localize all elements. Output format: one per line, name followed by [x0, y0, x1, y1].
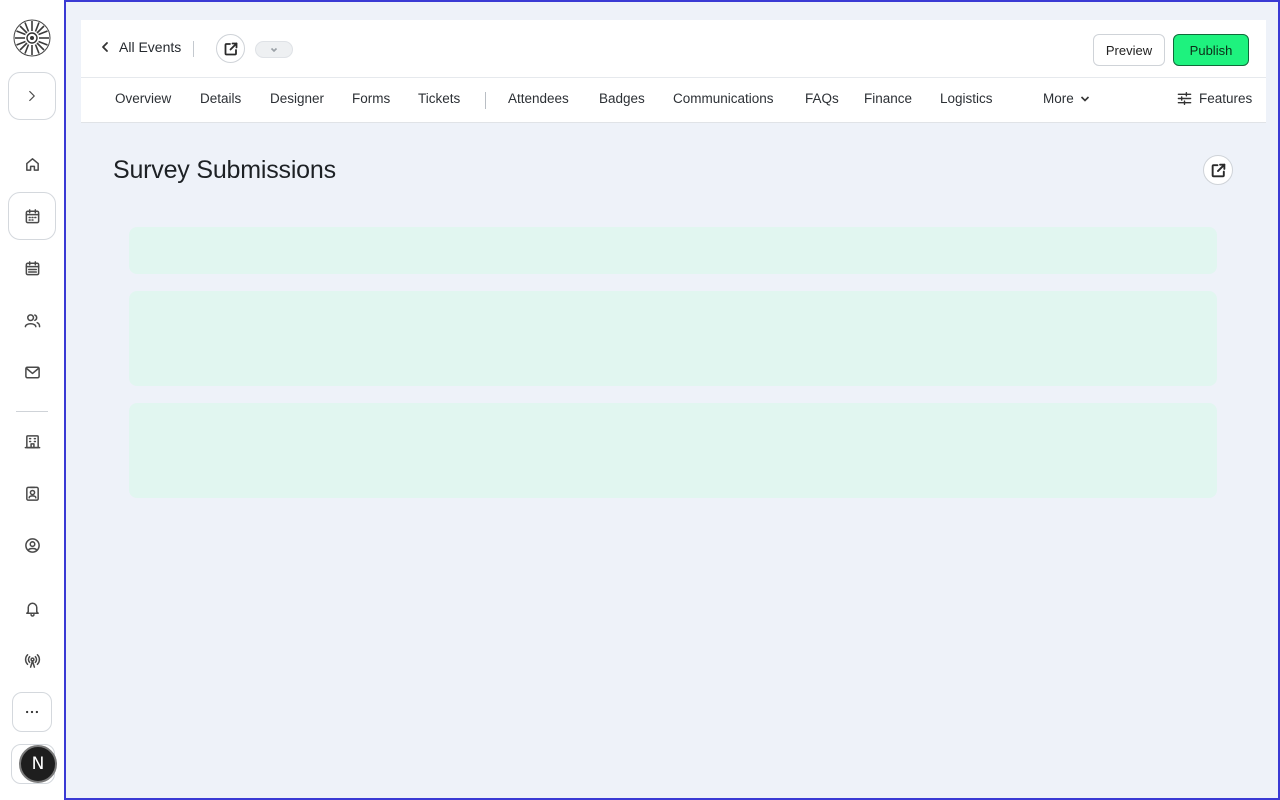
id-badge-icon: [25, 486, 39, 501]
user-circle-icon: [24, 537, 40, 553]
tab-finance[interactable]: Finance: [864, 91, 912, 106]
features-label: Features: [1199, 91, 1253, 106]
more-label: More: [1043, 91, 1074, 106]
sidebar-item-home[interactable]: [8, 140, 56, 188]
sidebar-item-badges[interactable]: [8, 469, 56, 517]
chevron-down-icon: [270, 47, 278, 52]
calendar-list-icon: [25, 260, 39, 275]
chevron-down-icon: [1080, 95, 1089, 102]
home-icon: [25, 157, 39, 171]
sidebar-item-venues[interactable]: [8, 417, 56, 465]
more-options-button[interactable]: [12, 692, 52, 732]
building-icon: [24, 434, 40, 448]
event-tabs: Overview Details Designer Forms Tickets …: [81, 77, 1266, 123]
sidebar-item-mail[interactable]: [8, 348, 56, 396]
tab-faqs[interactable]: FAQs: [805, 91, 839, 106]
publish-button[interactable]: Publish: [1173, 34, 1249, 66]
page-title: Survey Submissions: [113, 156, 336, 184]
user-menu[interactable]: N: [11, 744, 57, 784]
back-label: All Events: [119, 39, 182, 55]
expand-sidebar-button[interactable]: [8, 72, 56, 120]
tab-details[interactable]: Details: [200, 91, 241, 106]
loading-skeleton-row: [129, 291, 1217, 386]
sliders-icon: [1177, 91, 1192, 106]
chevron-right-icon: [29, 90, 35, 102]
loading-skeleton-header: [129, 227, 1217, 274]
sidebar-item-broadcast[interactable]: [8, 636, 56, 684]
sidebar-item-account[interactable]: [8, 521, 56, 569]
tab-overview[interactable]: Overview: [115, 91, 171, 106]
bell-icon: [25, 602, 39, 617]
sidebar-item-people[interactable]: [8, 296, 56, 344]
ellipsis-icon: [25, 710, 39, 714]
app-logo[interactable]: [13, 19, 51, 57]
main-frame: All Events Preview Publish Overview Deta…: [64, 0, 1280, 800]
event-header: All Events Preview Publish: [81, 20, 1266, 77]
open-event-page-button[interactable]: [216, 34, 245, 63]
sidebar-divider: [16, 411, 48, 412]
tab-tickets[interactable]: Tickets: [418, 91, 460, 106]
tabs-divider: [485, 92, 486, 109]
broadcast-icon: [24, 653, 40, 668]
back-to-events-link[interactable]: All Events: [99, 39, 181, 55]
tab-badges[interactable]: Badges: [599, 91, 645, 106]
sidebar-item-events[interactable]: [8, 192, 56, 240]
tab-logistics[interactable]: Logistics: [940, 91, 993, 106]
sidebar: N: [0, 0, 64, 800]
tab-communications[interactable]: Communications: [673, 91, 774, 106]
header-divider: [193, 41, 194, 57]
users-icon: [24, 313, 40, 327]
mail-icon: [24, 366, 40, 378]
external-link-icon: [1211, 163, 1225, 177]
tab-attendees[interactable]: Attendees: [508, 91, 569, 106]
preview-button[interactable]: Preview: [1093, 34, 1165, 66]
calendar-icon: [25, 208, 39, 223]
event-status-dropdown[interactable]: [255, 41, 293, 58]
open-submissions-button[interactable]: [1203, 155, 1233, 185]
sidebar-item-schedule[interactable]: [8, 244, 56, 292]
more-tabs-dropdown[interactable]: More: [1043, 91, 1090, 106]
features-button[interactable]: Features: [1177, 91, 1252, 106]
tab-designer[interactable]: Designer: [270, 91, 324, 106]
external-link-icon: [224, 42, 237, 55]
avatar[interactable]: N: [19, 745, 57, 783]
chevron-left-icon: [102, 42, 108, 52]
sidebar-item-notifications[interactable]: [8, 584, 56, 632]
loading-skeleton-row: [129, 403, 1217, 498]
tab-forms[interactable]: Forms: [352, 91, 390, 106]
